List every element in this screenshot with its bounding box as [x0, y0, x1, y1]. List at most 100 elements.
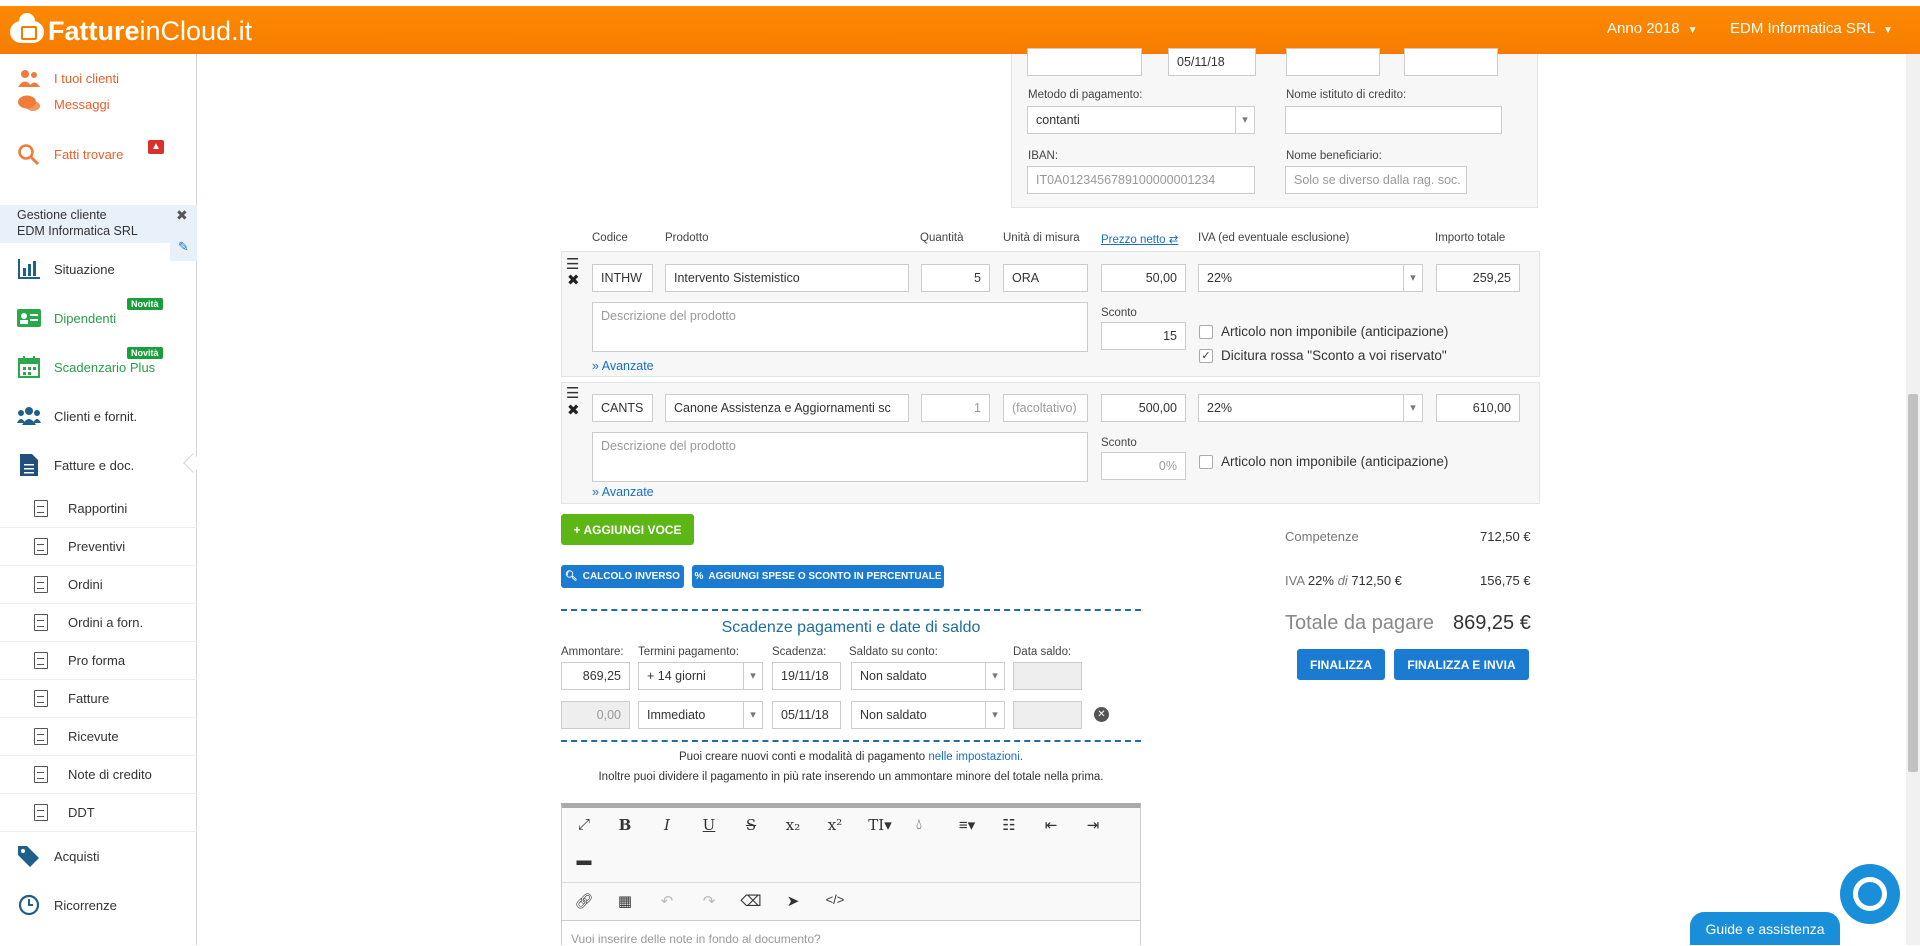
description-textarea[interactable]: Descrizione del prodotto — [592, 432, 1088, 482]
delete-row-icon[interactable]: ✖ — [567, 271, 580, 289]
sidebar-sub-preventivi[interactable]: Preventivi — [0, 528, 197, 566]
account-select[interactable]: Non saldato — [851, 662, 1005, 690]
redo-icon[interactable]: ↷ — [697, 892, 721, 910]
bold-icon[interactable]: B — [613, 816, 637, 834]
code-input[interactable]: CANTS — [592, 394, 653, 422]
strikethrough-icon[interactable]: S — [739, 816, 763, 834]
drag-handle-icon[interactable]: ☰ — [566, 384, 579, 402]
sidebar-item-situazione[interactable]: Situazione — [0, 245, 197, 293]
account-select[interactable]: Non saldato — [851, 701, 1005, 729]
beneficiary-input[interactable]: Solo se diverso dalla rag. soc. — [1285, 166, 1467, 194]
payment-method-select[interactable]: contanti — [1027, 106, 1255, 134]
terms-select[interactable]: Immediato — [638, 701, 763, 729]
sidebar-item-find[interactable]: Fatti trovare ▲ — [0, 130, 197, 178]
total-input[interactable]: 610,00 — [1436, 394, 1520, 422]
italic-icon[interactable]: I — [655, 816, 679, 834]
color-drop-icon[interactable]: 💧︎ — [907, 816, 931, 833]
amount-input[interactable]: 0,00 — [561, 701, 630, 729]
sidebar-sub-ordini[interactable]: Ordini — [0, 566, 197, 604]
pointer-icon[interactable]: ➤ — [781, 892, 805, 910]
year-menu[interactable]: Anno 2018 ▼ — [1607, 20, 1697, 37]
add-item-button[interactable]: + AGGIUNGI VOCE — [561, 514, 694, 545]
code-input[interactable]: INTHW — [592, 264, 653, 292]
sidebar-item-scadenzario[interactable]: Scadenzario Plus Novità — [0, 343, 197, 391]
non-taxable-checkbox[interactable] — [1199, 325, 1213, 339]
terms-select[interactable]: + 14 giorni — [638, 662, 763, 690]
iban-input[interactable]: IT0A0123456789100000001234 — [1027, 166, 1255, 194]
search-icon — [16, 142, 42, 166]
date-field[interactable]: 05/11/18 — [1168, 48, 1256, 76]
amount-input[interactable]: 869,25 — [561, 662, 630, 690]
sidebar-item-clienti[interactable]: Clienti e fornit. — [0, 392, 197, 440]
price-input[interactable]: 50,00 — [1101, 264, 1186, 292]
finalize-send-button[interactable]: FINALIZZA E INVIA — [1394, 649, 1529, 680]
scrollbar-thumb[interactable] — [1908, 394, 1918, 772]
description-textarea[interactable]: Descrizione del prodotto — [592, 302, 1088, 352]
horizontal-rule-icon[interactable]: ▬ — [572, 852, 596, 869]
price-input[interactable]: 500,00 — [1101, 394, 1186, 422]
link-icon[interactable]: 🔗︎ — [572, 892, 596, 910]
date-field-3[interactable] — [1286, 48, 1380, 76]
bullet-list-icon[interactable]: ☷ — [997, 816, 1021, 834]
product-input[interactable]: Canone Assistenza e Aggiornamenti sc — [665, 394, 909, 422]
product-input[interactable]: Intervento Sistemistico — [665, 264, 909, 292]
total-input[interactable]: 259,25 — [1436, 264, 1520, 292]
reverse-calc-button[interactable]: 🔍︎ CALCOLO INVERSO — [561, 565, 684, 588]
sidebar-sub-proforma[interactable]: Pro forma — [0, 642, 197, 680]
superscript-icon[interactable]: x² — [823, 816, 847, 834]
add-expenses-button[interactable]: % AGGIUNGI SPESE O SCONTO IN PERCENTUALE — [692, 565, 944, 588]
sidebar-sub-rapportini[interactable]: Rapportini — [0, 490, 197, 528]
discount-input[interactable]: 0% — [1101, 452, 1186, 480]
red-discount-checkbox[interactable]: ✓ — [1199, 349, 1213, 363]
sidebar-item-dipendenti[interactable]: Dipendenti Novità — [0, 294, 197, 342]
outdent-icon[interactable]: ⇤ — [1039, 816, 1063, 834]
table-icon[interactable]: ▦ — [613, 892, 637, 910]
sidebar-item-acquisti[interactable]: Acquisti — [0, 832, 197, 880]
due-date-input[interactable]: 19/11/18 — [772, 662, 841, 690]
unit-input[interactable]: ORA — [1003, 264, 1088, 292]
font-size-icon[interactable]: TI▾ — [865, 816, 895, 834]
sidebar-sub-ricevute[interactable]: Ricevute — [0, 718, 197, 756]
advanced-link[interactable]: » Avanzate — [592, 485, 654, 499]
sidebar-sub-note-credito[interactable]: Note di credito — [0, 756, 197, 794]
date-field-1[interactable] — [1027, 48, 1142, 76]
align-icon[interactable]: ≡▾ — [955, 816, 979, 834]
editor-placeholder[interactable]: Vuoi inserire delle note in fondo al doc… — [571, 932, 821, 946]
col-header-price[interactable]: Prezzo netto ⇄ — [1101, 232, 1178, 246]
close-icon[interactable]: ✖ — [176, 207, 188, 224]
delete-row-icon[interactable]: ✖ — [567, 401, 580, 419]
settings-link[interactable]: nelle impostazioni — [928, 751, 1019, 763]
app-logo[interactable]: Fatture inCloud.it — [10, 12, 252, 47]
indent-icon[interactable]: ⇥ — [1081, 816, 1105, 834]
underline-icon[interactable]: U — [697, 816, 721, 834]
qty-input[interactable]: 1 — [921, 394, 990, 422]
sidebar-sub-ddt[interactable]: DDT — [0, 794, 197, 832]
paid-date-input[interactable] — [1013, 701, 1082, 729]
remove-installment-icon[interactable]: ✕ — [1094, 707, 1109, 722]
bank-name-input[interactable] — [1285, 106, 1502, 134]
subscript-icon[interactable]: x₂ — [781, 816, 805, 834]
fullscreen-icon[interactable]: ⤢ — [572, 816, 596, 833]
code-view-icon[interactable]: </> — [823, 892, 847, 907]
company-menu[interactable]: EDM Informatica SRL ▼ — [1730, 20, 1893, 37]
date-field-4[interactable] — [1404, 48, 1498, 76]
non-taxable-checkbox[interactable] — [1199, 455, 1213, 469]
sidebar-sub-fatture[interactable]: Fatture — [0, 680, 197, 718]
paid-date-input[interactable] — [1013, 662, 1082, 690]
due-date-input[interactable]: 05/11/18 — [772, 701, 841, 729]
eraser-icon[interactable]: ⌫ — [739, 892, 763, 910]
vat-select[interactable]: 22% — [1198, 264, 1423, 292]
qty-input[interactable]: 5 — [921, 264, 990, 292]
sidebar-item-ricorrenze[interactable]: Ricorrenze — [0, 881, 197, 929]
sidebar-sub-ordini-forn[interactable]: Ordini a forn. — [0, 604, 197, 642]
unit-input[interactable]: (facoltativo) — [1003, 394, 1088, 422]
help-button[interactable]: Guide e assistenza — [1690, 912, 1840, 945]
sidebar-item-fatture[interactable]: Fatture e doc. — [0, 441, 197, 489]
discount-input[interactable]: 15 — [1101, 322, 1186, 350]
vat-select[interactable]: 22% — [1198, 394, 1423, 422]
finalize-button[interactable]: FINALIZZA — [1297, 649, 1385, 680]
chat-widget[interactable] — [1840, 864, 1900, 924]
undo-icon[interactable]: ↶ — [655, 892, 679, 910]
advanced-link[interactable]: » Avanzate — [592, 359, 654, 373]
sidebar-item-messages[interactable]: Messaggi — [0, 80, 197, 128]
